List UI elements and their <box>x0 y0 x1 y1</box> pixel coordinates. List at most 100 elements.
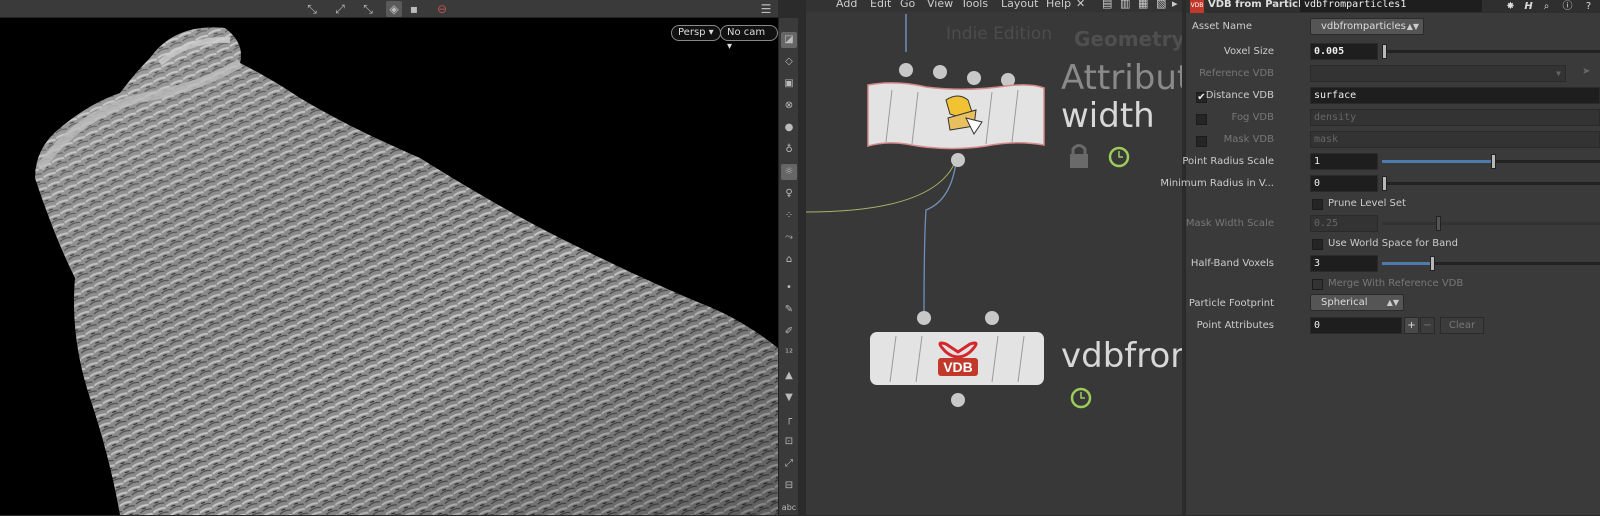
light-icon[interactable]: ♁ <box>781 142 797 158</box>
voxel-size-field[interactable]: 0.005 <box>1310 43 1378 60</box>
half-band-voxels-fill <box>1382 262 1430 265</box>
reference-vdb-field[interactable]: ▼ <box>1310 65 1566 82</box>
asset-name-label: Asset Name <box>1192 21 1253 32</box>
tools-icon[interactable]: ✕ <box>1076 0 1085 10</box>
houdini-help-icon[interactable]: H <box>1522 0 1535 13</box>
camera-view-menu[interactable]: No cam ▾ <box>720 25 778 52</box>
point-attributes-label: Point Attributes <box>1196 320 1274 331</box>
connection-wire <box>923 161 957 319</box>
mask-width-scale-slider[interactable] <box>1382 222 1600 225</box>
min-radius-slider-handle[interactable] <box>1382 176 1387 191</box>
camera-link-icon[interactable]: ⊗ <box>781 98 797 114</box>
shading-icon[interactable]: ● <box>781 120 797 136</box>
asset-name-dropdown[interactable]: vdbfromparticles ▲▼ <box>1310 18 1424 35</box>
pen-icon[interactable]: ✐ <box>781 324 797 340</box>
voxel-size-slider-handle[interactable] <box>1382 44 1387 59</box>
ghost-icon[interactable]: ◇ <box>781 54 797 70</box>
network-editor[interactable]: VDB Add Edit Go View Tools Layout Help ✕… <box>804 0 1182 515</box>
clear-attributes-button[interactable]: Clear <box>1440 317 1484 334</box>
network-menubar: Add Edit Go View Tools Layout Help ✕ ▤ ▥… <box>806 0 1182 12</box>
menu-tools[interactable]: Tools <box>961 0 988 10</box>
text-icon[interactable]: abc <box>781 500 797 516</box>
node-name-line1[interactable]: Attribute <box>1061 58 1182 98</box>
particle-footprint-label: Particle Footprint <box>1188 298 1274 309</box>
add-attribute-button[interactable]: + <box>1404 317 1419 334</box>
mask-vdb-field[interactable]: mask <box>1310 131 1600 148</box>
fog-vdb-checkbox[interactable] <box>1196 114 1207 125</box>
paint-icon[interactable]: ▲ <box>781 368 797 384</box>
camera-menu[interactable]: Persp ▾ <box>671 25 721 41</box>
mask-width-scale-handle[interactable] <box>1436 216 1441 231</box>
points-icon[interactable]: ⁘ <box>781 208 797 224</box>
snap-icon[interactable]: ⤡ <box>304 1 320 17</box>
menu-view[interactable]: View <box>927 0 953 10</box>
point-radius-scale-label: Point Radius Scale <box>1182 156 1274 167</box>
world-space-band-checkbox[interactable] <box>1312 239 1323 250</box>
dot-icon[interactable]: • <box>781 280 797 296</box>
stop-icon[interactable]: ⊖ <box>434 1 450 17</box>
menu-layout[interactable]: Layout <box>1001 0 1038 10</box>
min-radius-field[interactable]: 0 <box>1310 175 1378 192</box>
chevron-updown-icon: ▲▼ <box>1386 298 1399 307</box>
half-band-voxels-handle[interactable] <box>1430 256 1435 271</box>
half-band-voxels-field[interactable]: 3 <box>1310 255 1378 272</box>
bucket-icon[interactable]: ▼ <box>781 390 797 406</box>
reference-vdb-label: Reference VDB <box>1199 68 1274 79</box>
view-tool-icon[interactable]: ◪ <box>781 32 797 48</box>
detail-view-icon[interactable]: ▥ <box>1120 0 1130 10</box>
particle-footprint-dropdown[interactable]: Spherical ▲▼ <box>1310 294 1404 311</box>
select-icon[interactable]: ◈ <box>386 1 402 17</box>
gear-icon[interactable]: ✸ <box>1504 0 1517 13</box>
info-icon[interactable]: ⓘ <box>1561 0 1574 13</box>
mask-width-scale-field[interactable]: 0.25 <box>1310 215 1378 232</box>
node-name-field[interactable]: vdbfromparticles1 <box>1300 0 1482 12</box>
numbers-icon[interactable]: ¹² <box>781 346 797 362</box>
normals-icon[interactable]: ⤳ <box>781 230 797 246</box>
voxel-size-slider[interactable] <box>1382 50 1600 53</box>
prune-level-set-checkbox[interactable] <box>1312 199 1323 210</box>
snap-points-icon[interactable]: ⤡ <box>360 1 376 17</box>
node-name-vdb[interactable]: vdbfrom <box>1061 336 1182 376</box>
menu-edit[interactable]: Edit <box>870 0 891 10</box>
frame-icon[interactable]: ⊟ <box>781 478 797 494</box>
lock-camera-icon[interactable]: ▣ <box>781 76 797 92</box>
point-radius-scale-handle[interactable] <box>1491 154 1496 169</box>
viewport-side-toolbar: ◪ ◇ ▣ ⊗ ● ♁ ☼ ♀ ⁘ ⤳ ⌂ • ✎ ✐ ¹² ▲ ▼ ┌ ⊡ ⤢… <box>778 18 798 515</box>
world-space-band-label: Use World Space for Band <box>1328 238 1458 249</box>
grid-view-icon[interactable]: ▦ <box>1138 0 1148 10</box>
voxel-size-label: Voxel Size <box>1223 46 1274 57</box>
menu-add[interactable]: Add <box>836 0 857 10</box>
node-picker-icon[interactable]: ➤ <box>1582 66 1590 77</box>
node-name-line2[interactable]: width <box>1061 96 1155 136</box>
tree-view-icon[interactable]: ▧ <box>1156 0 1166 10</box>
display-icon[interactable]: ▪ <box>406 1 422 17</box>
help-icon[interactable]: ? <box>776 1 778 17</box>
point-attributes-field[interactable]: 0 <box>1310 317 1402 334</box>
snap-grid-icon[interactable]: ⤢ <box>332 1 348 17</box>
scene-viewport[interactable]: ⤡ ⤢ ⤡ ◈ ▪ ⊖ ☰ ? Persp ▾ No cam ▾ <box>0 0 778 515</box>
search-icon[interactable]: ⌕ <box>1540 0 1553 13</box>
mask-width-scale-label: Mask Width Scale <box>1185 218 1274 229</box>
scene-icon[interactable]: ⌂ <box>781 252 797 268</box>
mask-vdb-checkbox[interactable] <box>1196 136 1207 147</box>
distance-vdb-field[interactable]: surface <box>1310 87 1600 104</box>
parameter-header: VDB VDB from Particles vdbfromparticles1… <box>1186 0 1600 13</box>
guide-icon[interactable]: ┌ <box>781 412 797 428</box>
bounds-icon[interactable]: ⊡ <box>781 434 797 450</box>
menu-go[interactable]: Go <box>900 0 915 10</box>
remove-attribute-button[interactable]: − <box>1420 317 1435 334</box>
help-icon[interactable]: ? <box>1582 0 1595 13</box>
min-radius-slider[interactable] <box>1382 182 1600 185</box>
menu-help[interactable]: Help <box>1046 0 1071 10</box>
brush-icon[interactable]: ✎ <box>781 302 797 318</box>
headlight-icon[interactable]: ☼ <box>781 164 797 180</box>
merge-ref-vdb-checkbox[interactable] <box>1312 279 1323 290</box>
point-radius-scale-field[interactable]: 1 <box>1310 153 1378 170</box>
lock-icon[interactable] <box>1070 144 1088 169</box>
transform-icon[interactable]: ⤢ <box>781 456 797 472</box>
vis-icon[interactable]: ♀ <box>781 186 797 202</box>
display-options-icon[interactable]: ☰ <box>758 1 774 17</box>
expand-icon[interactable]: ▸ <box>1172 0 1178 10</box>
fog-vdb-field[interactable]: density <box>1310 109 1600 126</box>
list-view-icon[interactable]: ▤ <box>1102 0 1112 10</box>
